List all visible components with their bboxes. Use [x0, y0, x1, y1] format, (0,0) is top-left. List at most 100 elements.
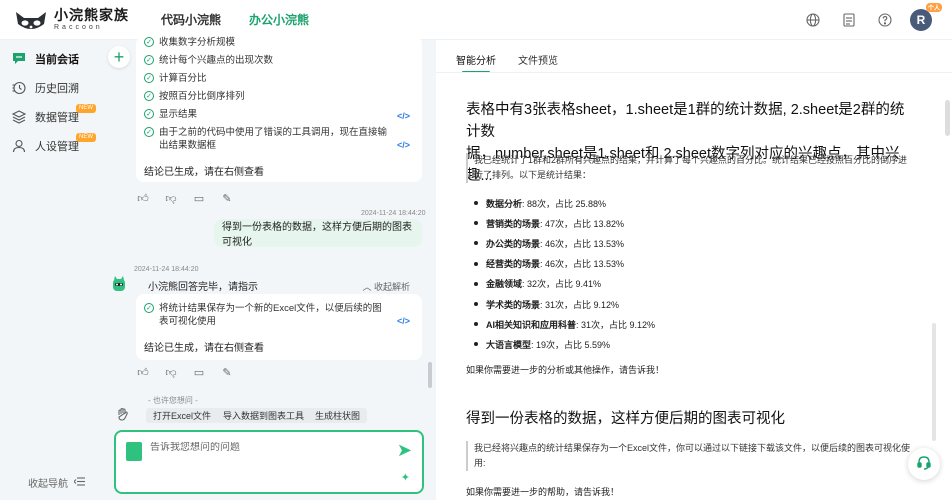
check-circle-icon: ✓: [144, 127, 154, 137]
sidebar-item-label: 历史回溯: [35, 82, 79, 95]
step-item: ✓ 收集数字分析规模: [144, 36, 235, 49]
result-list: 数据分析: 88次，占比 25.88% 营销类的场景: 47次，占比 13.82…: [474, 193, 655, 355]
send-icon[interactable]: ➤: [397, 440, 412, 461]
sidebar-item-current-session[interactable]: 当前会话: [0, 44, 102, 73]
message-timestamp: 2024-11-24 18:44:20: [361, 210, 426, 217]
check-circle-icon: ✓: [144, 55, 154, 65]
thumbs-down-icon[interactable]: 👎︎: [164, 192, 178, 205]
edit-icon[interactable]: ✎: [220, 366, 234, 379]
app-logo[interactable]: 小浣熊家族 Raccoon: [12, 8, 129, 32]
new-badge: NEW: [76, 133, 96, 142]
conclusion-text: 结论已生成，请在右侧查看: [144, 167, 264, 178]
magic-wand-icon[interactable]: ✦: [401, 471, 410, 484]
answer-quote: 我已经将兴趣点的统计结果保存为一个Excel文件，你可以通过以下链接下载该文件，…: [466, 441, 910, 471]
collapse-nav-label: 收起导航: [28, 479, 68, 490]
suggestion-chip[interactable]: 导入数据到图表工具: [216, 408, 312, 423]
raccoon-logo-icon: [12, 8, 50, 32]
suggestion-chip[interactable]: 打开Excel文件: [146, 408, 219, 423]
user-initial: R: [916, 13, 926, 27]
panel-scrollbar-top[interactable]: [945, 100, 950, 136]
check-circle-icon: ✓: [144, 37, 154, 47]
sidebar-item-data-management[interactable]: 数据管理 NEW: [0, 102, 102, 131]
analysis-steps-card: ✓ 收集数字分析规模 ✓ 统计每个兴趣点的出现次数 ✓ 计算百分比 ✓ 按照百分比倒序排…: [136, 36, 422, 182]
collapse-nav-button[interactable]: 收起导航: [28, 475, 85, 490]
headset-icon: [916, 455, 932, 474]
document-icon[interactable]: [838, 9, 860, 31]
tab-smart-analysis[interactable]: 智能分析: [456, 52, 496, 73]
app-title: 小浣熊家族: [54, 7, 129, 23]
plus-icon: +: [113, 46, 125, 67]
user-avatar[interactable]: R 个人: [910, 3, 942, 31]
chevron-up-icon: ︿: [362, 282, 372, 292]
bot-status-text: 小浣熊回答完毕，请指示: [148, 281, 258, 293]
thumbs-down-icon[interactable]: 👎︎: [164, 366, 178, 379]
followup-text: 如果你需要进一步的帮助，请告诉我！: [466, 487, 620, 497]
comment-icon[interactable]: ▭: [192, 192, 206, 205]
tab-office-raccoon[interactable]: 办公小浣熊: [249, 11, 309, 28]
new-chat-button[interactable]: +: [108, 46, 130, 68]
message-timestamp: 2024-11-24 18:44:20: [134, 266, 199, 273]
list-item: AI相关知识和应用科普: 31次，占比 9.12%: [474, 314, 655, 334]
comment-icon[interactable]: ▭: [192, 366, 206, 379]
suggestion-label: - 也许您想问 -: [148, 396, 198, 405]
chat-input-box[interactable]: ➤ ✦: [114, 430, 424, 494]
app-subtitle: Raccoon: [54, 24, 103, 31]
followup-text: 如果你需要进一步的分析或其他操作，请告诉我！: [466, 365, 665, 375]
thumbs-up-icon[interactable]: 👍︎: [136, 192, 150, 205]
step-item: ✓ 显示结果: [144, 108, 197, 121]
user-badge: 个人: [925, 3, 942, 12]
help-icon[interactable]: [874, 9, 896, 31]
message-actions: 👍︎ 👎︎ ▭ ✎: [136, 366, 234, 379]
code-view-icon[interactable]: </>: [397, 140, 410, 150]
user-icon: [11, 138, 27, 154]
step-item: ✓ 按照百分比倒序排列: [144, 90, 245, 103]
step-item: ✓ 计算百分比: [144, 72, 207, 85]
panel-scrollbar[interactable]: [932, 323, 936, 441]
conclusion-text: 结论已生成，请在右侧查看: [144, 343, 264, 354]
list-item: 金融领域: 32次，占比 9.41%: [474, 274, 655, 294]
sidebar-item-persona-management[interactable]: 人设管理 NEW: [0, 131, 102, 160]
collapse-analysis-link[interactable]: ︿ 收起解析: [362, 280, 410, 293]
tab-file-preview[interactable]: 文件预览: [518, 52, 558, 73]
message-actions: 👍︎ 👎︎ ▭ ✎: [136, 192, 234, 205]
history-icon: [11, 80, 27, 96]
thumbs-up-icon[interactable]: 👍︎: [136, 366, 150, 379]
list-item: 学术类的场景: 31次，占比 9.12%: [474, 294, 655, 314]
check-circle-icon: ✓: [144, 303, 154, 313]
bot-steps-card: ✓ 将统计结果保存为一个新的Excel文件，以便后续的图表可视化使用 </> 结论…: [136, 294, 422, 360]
code-view-icon[interactable]: </>: [397, 111, 410, 121]
analysis-panel: 智能分析 文件预览 表格中有3张表格sheet，1.sheet是1群的统计数据,…: [436, 40, 952, 500]
tab-divider: [436, 72, 952, 73]
globe-icon[interactable]: [802, 9, 824, 31]
section-title: 得到一份表格的数据，这样方便后期的图表可视化: [466, 411, 785, 427]
section-title-line: 表格中有3张表格sheet，1.sheet是1群的统计数据, 2.sheet是2…: [466, 102, 905, 140]
chat-column: + ✓ 收集数字分析规模 ✓ 统计每个兴趣点的出现次数 ✓ 计算百分比 ✓ 按照百分比倒…: [102, 36, 432, 500]
step-item: ✓ 统计每个兴趣点的出现次数: [144, 54, 273, 67]
sidebar-item-label: 当前会话: [35, 53, 79, 66]
sidebar-item-label: 人设管理: [35, 140, 79, 153]
bot-message-header: 小浣熊回答完毕，请指示: [112, 276, 258, 294]
check-circle-icon: ✓: [144, 73, 154, 83]
list-item: 办公类的场景: 46次，占比 13.53%: [474, 233, 655, 253]
list-item: 数据分析: 88次，占比 25.88%: [474, 193, 655, 213]
answer-quote: 我已经统计了1群和2群所有兴趣点的结果，并计算了每个兴趣点的百分比。统计结果已经…: [466, 153, 910, 183]
edit-icon[interactable]: ✎: [220, 192, 234, 205]
tab-code-raccoon[interactable]: 代码小浣熊: [161, 11, 221, 28]
code-view-icon[interactable]: </>: [397, 316, 410, 326]
chat-scrollbar[interactable]: [428, 362, 432, 388]
sidebar-item-label: 数据管理: [35, 111, 79, 124]
user-message-text: 得到一份表格的数据，这样方便后期的图表可视化: [222, 222, 412, 248]
menu-collapse-icon: [73, 476, 85, 489]
raccoon-avatar-icon: [112, 276, 126, 294]
customer-service-button[interactable]: [908, 448, 940, 480]
sidebar: 当前会话 历史回溯 数据管理 NEW 人设管理 NEW 收起导航: [0, 40, 102, 500]
top-bar: 小浣熊家族 Raccoon 代码小浣熊 办公小浣熊 R 个人: [0, 0, 952, 40]
suggestion-chip[interactable]: 生成柱状图: [308, 408, 368, 423]
list-item: 营销类的场景: 47次，占比 13.82%: [474, 213, 655, 233]
chat-input[interactable]: [150, 442, 380, 453]
document-upload-icon[interactable]: [126, 442, 142, 461]
user-message-bubble: 得到一份表格的数据，这样方便后期的图表可视化: [214, 219, 422, 248]
list-item: 大语言模型: 19次，占比 5.59%: [474, 334, 655, 354]
check-circle-icon: ✓: [144, 91, 154, 101]
sidebar-item-history[interactable]: 历史回溯: [0, 73, 102, 102]
